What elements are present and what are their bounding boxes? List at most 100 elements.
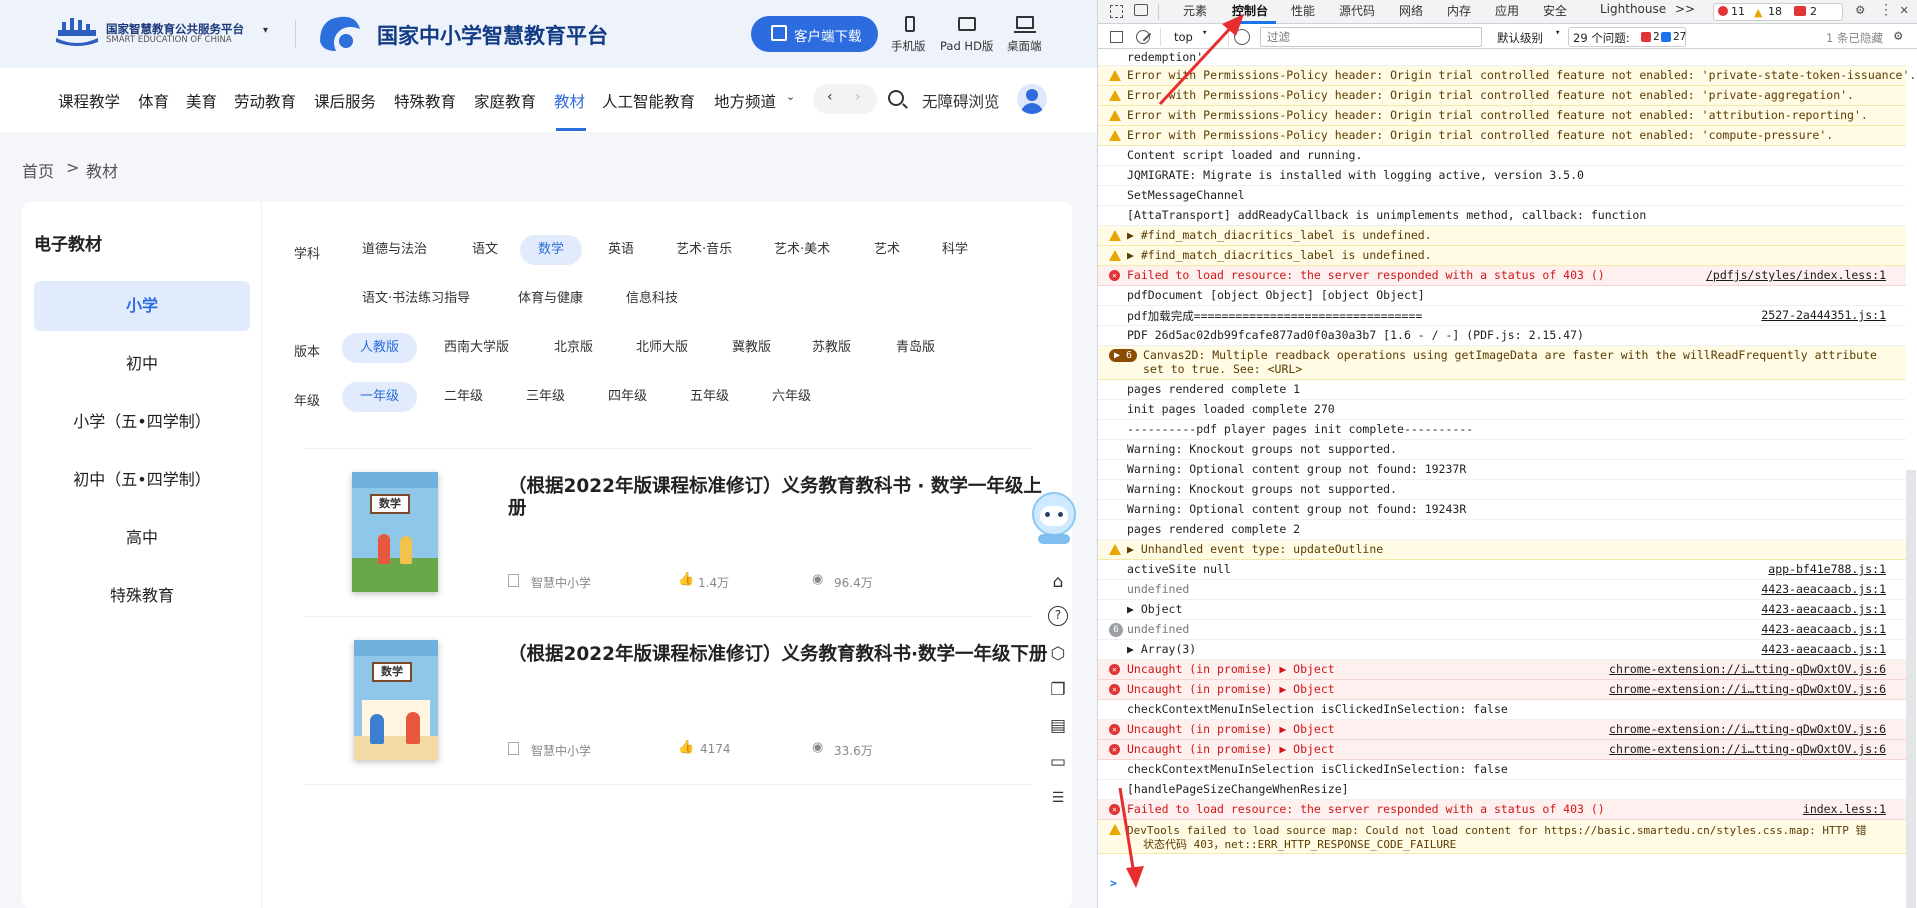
book-cover: 数学: [352, 472, 438, 592]
nav-item-labor[interactable]: 劳动教育: [234, 90, 296, 112]
pad-icon[interactable]: [958, 17, 976, 31]
book-title[interactable]: （根据2022年版课程标准修订）义务教育教科书·数学一年级下册: [508, 644, 1048, 666]
platform-title: 国家中小学智慧教育平台: [377, 24, 608, 48]
list-item[interactable]: 数学 （根据2022年版课程标准修订）义务教育教科书·数学一年级下册 智慧中小学…: [304, 616, 1048, 784]
subject-option[interactable]: 艺术·美术: [756, 235, 848, 265]
filter-grade-label: 年级: [294, 394, 321, 409]
document-icon[interactable]: ▤: [1046, 714, 1070, 738]
list-item[interactable]: 数学 （根据2022年版课程标准修订）义务教育教科书 · 数学一年级上册 智慧中…: [304, 448, 1042, 616]
filter-subject-label: 学科: [294, 247, 321, 262]
publisher-icon: [508, 574, 519, 587]
nav-item-ai[interactable]: 人工智能教育: [602, 90, 695, 112]
home-icon[interactable]: ⌂: [1046, 570, 1070, 594]
subject-option[interactable]: 科学: [924, 235, 986, 265]
download-label: 客户端下载: [794, 29, 862, 45]
avatar-head: [1026, 89, 1038, 101]
subject-option[interactable]: 艺术: [856, 235, 918, 265]
user-avatar[interactable]: [1017, 84, 1047, 114]
assistant-mascot[interactable]: [1028, 490, 1080, 546]
sidebar-item-junior[interactable]: 初中: [34, 339, 250, 389]
nav-active-indicator: [556, 128, 586, 131]
like-icon[interactable]: 👍: [678, 740, 694, 755]
nav-local-chevron-icon[interactable]: ⌄: [786, 90, 795, 103]
cover-figure: [370, 714, 384, 744]
list-icon[interactable]: ☰: [1046, 786, 1070, 810]
version-option[interactable]: 北师大版: [618, 333, 706, 363]
grade-option[interactable]: 六年级: [754, 382, 829, 412]
grade-option[interactable]: 四年级: [590, 382, 665, 412]
breadcrumb-home[interactable]: 首页: [22, 158, 54, 182]
subject-option[interactable]: 语文·书法练习指导: [344, 284, 488, 314]
accessibility-link[interactable]: 无障碍浏览: [922, 90, 1000, 112]
subject-option[interactable]: 信息科技: [608, 284, 696, 314]
version-option-active[interactable]: 人教版: [342, 333, 418, 363]
nav-item-after-school[interactable]: 课后服务: [314, 90, 376, 112]
version-option[interactable]: 北京版: [536, 333, 611, 363]
cover-floor: [354, 736, 438, 760]
version-option[interactable]: 苏教版: [794, 333, 869, 363]
sidebar-item-senior[interactable]: 高中: [34, 513, 250, 563]
main-nav: 课程教学 体育 美育 劳动教育 课后服务 特殊教育 家庭教育 教材 人工智能教育…: [0, 68, 1097, 132]
grade-option[interactable]: 三年级: [508, 382, 583, 412]
platform-switch-caret-icon[interactable]: ▾: [263, 25, 268, 36]
grade-option[interactable]: 二年级: [426, 382, 501, 412]
book-title[interactable]: （根据2022年版课程标准修订）义务教育教科书 · 数学一年级上册: [508, 476, 1048, 520]
cover-band: [354, 640, 438, 656]
sidebar-item-special[interactable]: 特殊教育: [34, 571, 250, 621]
desktop-icon[interactable]: [1016, 16, 1034, 29]
nav-item-arts[interactable]: 美育: [186, 90, 217, 112]
help-icon[interactable]: ?: [1048, 606, 1068, 626]
header-divider: [295, 20, 296, 48]
subject-option[interactable]: 英语: [590, 235, 652, 265]
book-views: 33.6万: [834, 744, 873, 758]
sidebar-item-primary-54[interactable]: 小学（五•四学制）: [34, 397, 250, 447]
screen: 国家智慧教育公共服务平台 SMART EDUCATION OF CHINA ▾ …: [0, 0, 1917, 908]
search-icon-handle: [902, 103, 908, 109]
version-option[interactable]: 青岛版: [878, 333, 953, 363]
nav-next-icon[interactable]: ›: [855, 89, 861, 105]
cover-figure: [406, 712, 420, 744]
grade-option-active[interactable]: 一年级: [342, 382, 418, 412]
annotation-arrows: [1118, 14, 1244, 888]
book-likes: 4174: [700, 742, 731, 756]
nav-item-special-ed[interactable]: 特殊教育: [394, 90, 456, 112]
feedback-icon[interactable]: ▭: [1046, 750, 1070, 774]
cover-grass: [352, 558, 438, 592]
book-cover: 数学: [354, 640, 438, 760]
cube-icon[interactable]: ⬡: [1046, 642, 1070, 666]
book-likes: 1.4万: [698, 576, 730, 590]
mascot-face: [1040, 506, 1068, 526]
website-pane: 国家智慧教育公共服务平台 SMART EDUCATION OF CHINA ▾ …: [0, 0, 1097, 908]
copy-icon[interactable]: ❐: [1046, 678, 1070, 702]
mascot-base: [1038, 534, 1070, 544]
nav-item-textbooks[interactable]: 教材: [554, 90, 585, 112]
grade-option[interactable]: 五年级: [672, 382, 747, 412]
desktop-icon-base: [1014, 31, 1036, 33]
subject-option[interactable]: 艺术·音乐: [658, 235, 750, 265]
subject-option[interactable]: 语文: [454, 235, 516, 265]
cover-title: 数学: [370, 494, 410, 514]
nav-item-family[interactable]: 家庭教育: [474, 90, 536, 112]
nav-item-local[interactable]: 地方频道: [714, 90, 776, 112]
breadcrumb-sep: >: [66, 158, 80, 177]
subject-option[interactable]: 体育与健康: [500, 284, 601, 314]
download-client-button[interactable]: 客户端下载: [751, 16, 878, 52]
nav-item-sports[interactable]: 体育: [138, 90, 169, 112]
view-icon: ◉: [812, 740, 824, 755]
like-icon[interactable]: 👍: [678, 572, 694, 587]
logo1-en: SMART EDUCATION OF CHINA: [106, 35, 232, 45]
mobile-icon: [905, 16, 915, 32]
sidebar-item-junior-54[interactable]: 初中（五•四学制）: [34, 455, 250, 505]
version-option[interactable]: 西南大学版: [426, 333, 527, 363]
device-mobile-label: 手机版: [891, 39, 926, 53]
sidebar-item-primary[interactable]: 小学: [34, 281, 250, 331]
cover-title: 数学: [372, 662, 412, 682]
subject-option[interactable]: 道德与法治: [344, 235, 445, 265]
nav-prev-icon[interactable]: ‹: [827, 89, 833, 105]
subject-option-active[interactable]: 数学: [520, 235, 583, 265]
devtools-panel: 元素 控制台 性能 源代码 网络 内存 应用 安全 Lighthouse >> …: [1097, 0, 1917, 908]
version-option[interactable]: 冀教版: [714, 333, 789, 363]
nav-item-courses[interactable]: 课程教学: [58, 90, 120, 112]
sidebar-divider: [261, 202, 262, 908]
cover-figure: [400, 536, 412, 564]
